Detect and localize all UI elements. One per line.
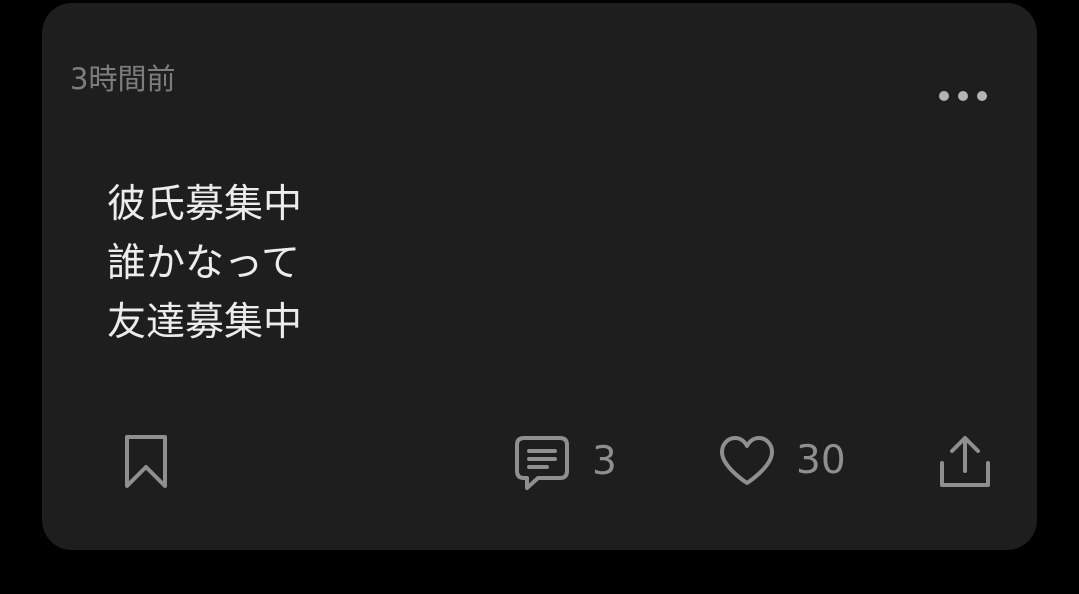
post-text-line: 友達募集中 bbox=[107, 300, 303, 345]
post-text-line: 誰かなって bbox=[107, 241, 301, 286]
comment-button[interactable]: 3 bbox=[514, 433, 617, 491]
post-text-line: 彼氏募集中 bbox=[107, 182, 303, 227]
share-button[interactable] bbox=[937, 433, 993, 491]
bookmark-icon bbox=[125, 435, 167, 488]
share-icon bbox=[940, 436, 990, 487]
post-card: 3時間前 彼氏募集中 誰かなって 友達募集中 3 30 bbox=[42, 3, 1037, 550]
post-timestamp: 3時間前 bbox=[70, 62, 176, 96]
more-horizontal-icon bbox=[939, 91, 987, 101]
comment-icon bbox=[515, 436, 569, 490]
post-body: 彼氏募集中 誰かなって 友達募集中 bbox=[107, 175, 302, 352]
heart-icon bbox=[720, 436, 774, 485]
comment-count: 3 bbox=[592, 439, 617, 484]
more-options-button[interactable] bbox=[935, 79, 991, 113]
like-count: 30 bbox=[796, 438, 846, 483]
like-button[interactable]: 30 bbox=[718, 435, 846, 487]
bookmark-button[interactable] bbox=[120, 433, 172, 491]
